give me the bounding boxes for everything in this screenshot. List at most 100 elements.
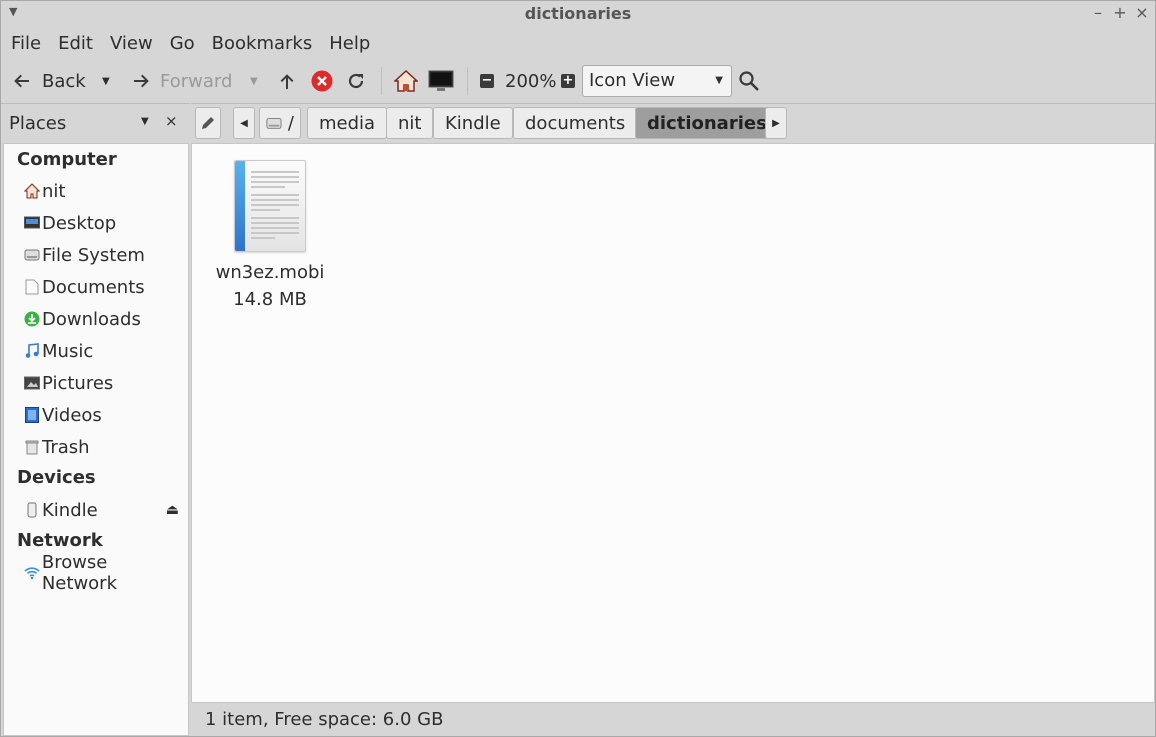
drive-icon	[266, 118, 282, 129]
menu-file[interactable]: File	[11, 33, 41, 54]
desktop-icon	[23, 214, 41, 232]
zoom-in-button[interactable]: +	[561, 59, 575, 103]
pencil-icon	[202, 117, 214, 129]
path-scroll-right[interactable]: ▶	[765, 107, 787, 139]
computer-button[interactable]	[428, 59, 454, 103]
crumb-dictionaries[interactable]: dictionaries	[635, 107, 779, 139]
menu-view[interactable]: View	[110, 33, 153, 54]
close-window-icon[interactable]: ×	[1133, 3, 1151, 22]
search-icon	[739, 71, 759, 91]
stop-button[interactable]	[311, 59, 333, 103]
sidebar-item-browse-network[interactable]: Browse Network	[23, 552, 187, 594]
crumb-kindle[interactable]: Kindle	[433, 107, 513, 139]
sidebar-item-nit[interactable]: nit	[23, 177, 187, 205]
home-icon	[23, 182, 41, 200]
arrow-up-icon	[280, 74, 294, 89]
title-bar: ▼ dictionaries – + ×	[1, 1, 1155, 27]
sidebar-item-documents[interactable]: Documents	[23, 273, 187, 301]
crumb-root[interactable]: /	[259, 107, 301, 139]
toolbar-separator	[467, 67, 468, 95]
sidebar-item-videos[interactable]: Videos	[23, 401, 187, 429]
home-icon	[394, 69, 418, 92]
back-label: Back	[42, 70, 86, 92]
chevron-left-icon: ◀	[240, 117, 248, 129]
reload-button[interactable]	[347, 59, 365, 103]
arrow-right-icon	[134, 74, 149, 88]
crumb-label: dictionaries	[647, 112, 767, 134]
zoom-level: 200%	[505, 70, 557, 92]
menu-bookmarks[interactable]: Bookmarks	[212, 33, 313, 54]
crumb-media[interactable]: media	[307, 107, 388, 139]
path-bar: ◀ / media nit Kindle documents dictionar…	[191, 103, 1155, 141]
sidebar-item-trash[interactable]: Trash	[23, 433, 187, 461]
forward-button[interactable]: Forward	[132, 59, 232, 103]
plus-icon: +	[561, 73, 575, 88]
back-button[interactable]: Back	[13, 59, 86, 103]
sidebar-heading-devices: Devices	[17, 467, 96, 488]
chevron-right-icon: ▶	[772, 117, 780, 129]
up-button[interactable]	[278, 59, 296, 103]
menu-edit[interactable]: Edit	[58, 33, 93, 54]
sidebar-item-desktop[interactable]: Desktop	[23, 209, 187, 237]
sidebar-item-label: Kindle	[42, 499, 98, 521]
back-history-dropdown[interactable]: ▼	[102, 59, 110, 103]
places-title: Places	[9, 113, 67, 134]
music-note-icon	[23, 342, 41, 360]
eject-icon[interactable]: ⏏	[166, 502, 179, 518]
sidebar-item-label: Documents	[42, 276, 145, 298]
path-scroll-left[interactable]: ◀	[233, 107, 255, 139]
zoom-out-button[interactable]: −	[480, 59, 494, 103]
toolbar-separator	[381, 67, 382, 95]
sidebar-item-label: Desktop	[42, 212, 117, 234]
file-manager-window: ▼ dictionaries – + × File Edit View Go B…	[0, 0, 1156, 737]
sidebar-item-label: Music	[42, 340, 94, 362]
maximize-icon[interactable]: +	[1111, 3, 1129, 22]
close-sidebar-icon[interactable]: ×	[165, 112, 178, 130]
sidebar-item-kindle[interactable]: Kindle ⏏	[23, 496, 187, 524]
sidebar-item-label: Trash	[42, 436, 90, 458]
places-dropdown-icon[interactable]: ▼	[141, 116, 149, 127]
window-title: dictionaries	[524, 4, 632, 23]
document-icon	[23, 278, 41, 296]
status-text: 1 item, Free space: 6.0 GB	[205, 709, 444, 730]
view-mode-select[interactable]: Icon View ▼	[582, 65, 732, 97]
search-button[interactable]	[738, 59, 760, 103]
file-view[interactable]: wn3ez.mobi 14.8 MB	[191, 143, 1155, 703]
file-item[interactable]: wn3ez.mobi 14.8 MB	[207, 160, 333, 310]
home-button[interactable]	[394, 59, 418, 103]
places-header: Places ▼ ×	[1, 103, 190, 141]
crumb-label: media	[319, 112, 376, 134]
sidebar-item-label: nit	[42, 180, 66, 202]
crumb-nit[interactable]: nit	[386, 107, 434, 139]
monitor-icon	[428, 70, 454, 91]
crumb-documents[interactable]: documents	[513, 107, 638, 139]
arrow-left-icon	[14, 74, 29, 88]
sidebar-item-label: Downloads	[42, 308, 141, 330]
menu-go[interactable]: Go	[170, 33, 195, 54]
sidebar-item-pictures[interactable]: Pictures	[23, 369, 187, 397]
sidebar-item-music[interactable]: Music	[23, 337, 187, 365]
minus-icon: −	[480, 73, 494, 88]
film-icon	[23, 406, 41, 424]
sidebar-item-label: Videos	[42, 404, 102, 426]
ebook-file-icon	[234, 160, 306, 252]
crumb-label: /	[287, 112, 294, 134]
chevron-down-icon: ▼	[250, 75, 258, 87]
sidebar-item-file-system[interactable]: File System	[23, 241, 187, 269]
menu-help[interactable]: Help	[329, 33, 370, 54]
chevron-down-icon: ▼	[102, 75, 110, 87]
sidebar-item-label: Browse Network	[41, 552, 117, 594]
status-bar: 1 item, Free space: 6.0 GB	[191, 703, 1155, 736]
chevron-down-icon: ▼	[715, 75, 723, 86]
crumb-label: nit	[398, 112, 422, 134]
usb-drive-icon	[23, 501, 41, 519]
toolbar: Back ▼ Forward ▼ − 200% + Icon View ▼	[1, 59, 1155, 103]
crumb-label: documents	[525, 112, 626, 134]
places-sidebar: Computer nit Desktop File System Documen…	[3, 143, 189, 736]
sidebar-heading-computer: Computer	[17, 149, 117, 170]
toggle-location-button[interactable]	[195, 107, 221, 139]
minimize-icon[interactable]: –	[1089, 3, 1107, 22]
sidebar-item-downloads[interactable]: Downloads	[23, 305, 187, 333]
wifi-icon	[23, 564, 41, 582]
forward-history-dropdown[interactable]: ▼	[250, 59, 258, 103]
